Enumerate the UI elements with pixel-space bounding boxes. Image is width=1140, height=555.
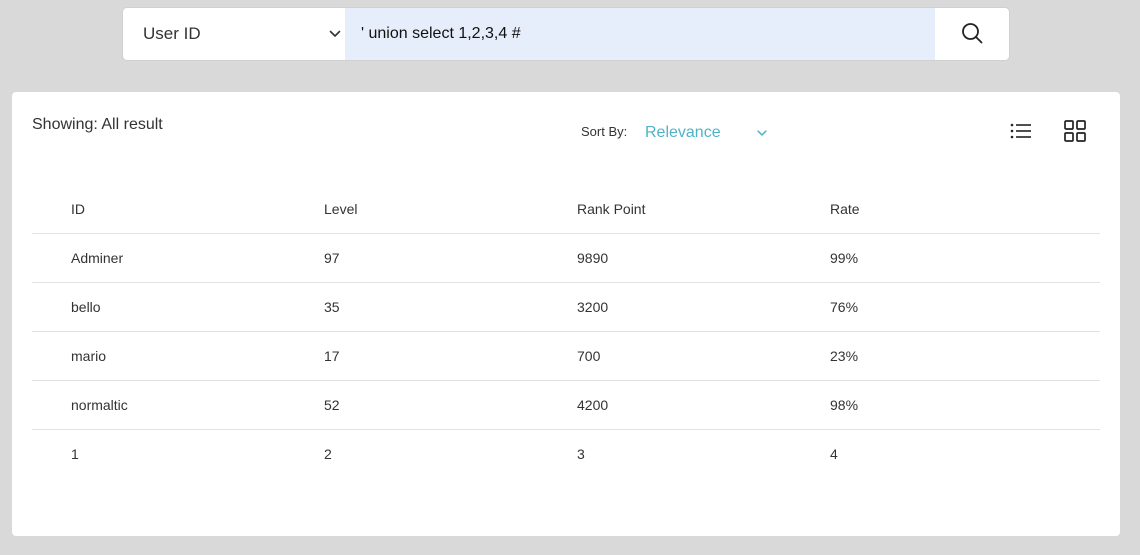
search-filter-select[interactable]: User ID [123,8,345,60]
chevron-down-icon [329,30,341,38]
column-header-level: Level [324,200,358,217]
cell-rate: 23% [830,348,859,364]
sort-select[interactable]: Relevance [645,121,767,145]
search-filter-value: User ID [143,24,201,43]
cell-rank-point: 700 [577,348,601,364]
results-table: ID Level Rank Point Rate Adminer 97 9890… [32,184,1100,478]
cell-rank-point: 9890 [577,250,609,266]
results-panel: Showing: All result Sort By: Relevance I… [12,92,1120,536]
table-row: normaltic 52 4200 98% [32,380,1100,429]
cell-level: 52 [324,397,340,413]
chevron-down-icon [757,124,767,142]
search-bar: User ID [123,8,1009,60]
cell-rate: 4 [830,446,838,462]
cell-id: 1 [71,446,79,462]
cell-id: mario [71,348,107,364]
table-row: Adminer 97 9890 99% [32,233,1100,282]
sort-value: Relevance [645,124,721,141]
table-row: mario 17 700 23% [32,331,1100,380]
search-icon [961,22,983,47]
search-input[interactable] [345,8,935,60]
table-row: bello 35 3200 76% [32,282,1100,331]
cell-id: normaltic [71,397,128,413]
cell-rank-point: 4200 [577,397,609,413]
column-header-rank-point: Rank Point [577,200,646,217]
table-row: 1 2 3 4 [32,429,1100,478]
cell-id: Adminer [71,250,124,266]
grid-view-icon [1064,119,1086,147]
cell-level: 97 [324,250,340,266]
sort-by-label: Sort By: [581,124,628,139]
cell-rank-point: 3200 [577,299,609,315]
table-header-row: ID Level Rank Point Rate [32,184,1100,233]
cell-level: 17 [324,348,340,364]
cell-level: 35 [324,299,340,315]
cell-rank-point: 3 [577,446,585,462]
showing-label: Showing: All result [32,116,163,133]
cell-id: bello [71,299,101,315]
cell-rate: 99% [830,250,859,266]
list-view-button[interactable] [1008,120,1034,146]
column-header-id: ID [71,200,85,217]
cell-level: 2 [324,446,332,462]
column-header-rate: Rate [830,200,860,217]
cell-rate: 76% [830,299,859,315]
list-view-icon [1010,122,1032,145]
cell-rate: 98% [830,397,859,413]
search-button[interactable] [935,8,1009,60]
grid-view-button[interactable] [1062,119,1088,147]
